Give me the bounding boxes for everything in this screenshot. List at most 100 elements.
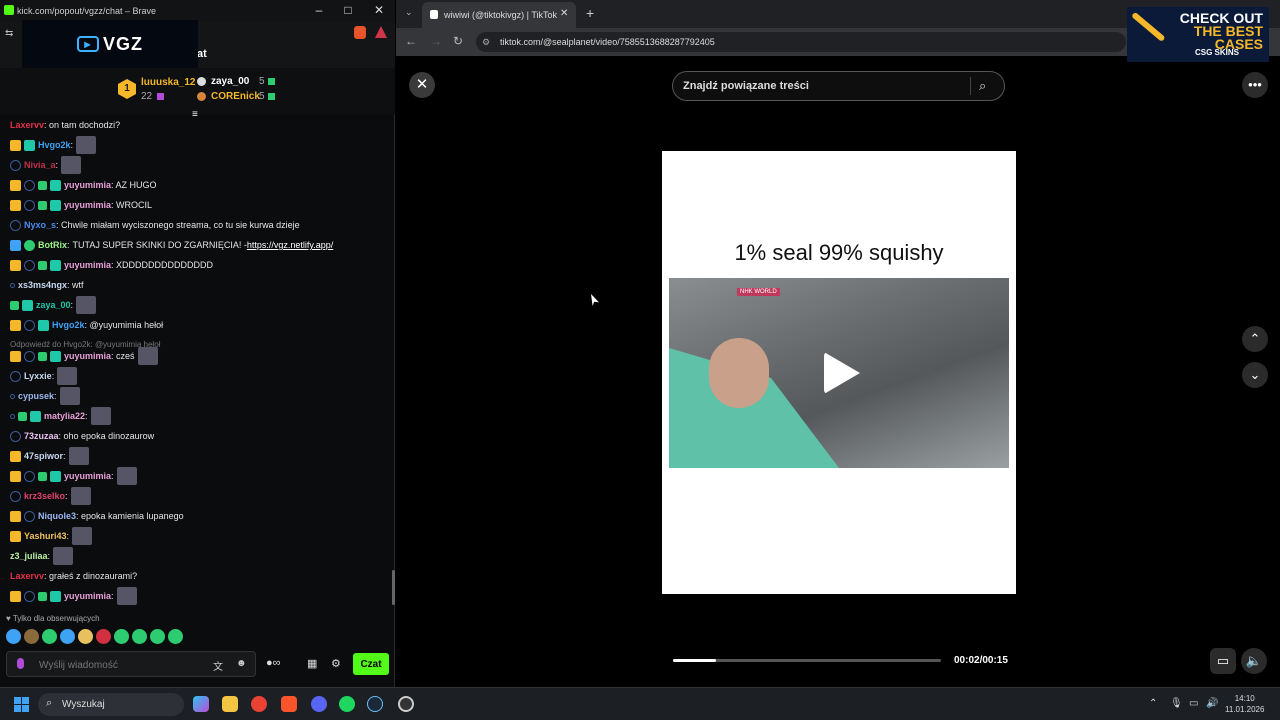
chat-username[interactable]: Nyxo_s (24, 220, 56, 230)
crown-badge-icon (10, 179, 21, 191)
chat-username[interactable]: krz3selko (24, 491, 65, 501)
chat-username[interactable]: Laxervv (10, 571, 44, 581)
chat-emote (76, 296, 97, 314)
brave-rewards-icon[interactable] (375, 26, 387, 38)
chat-username[interactable]: yuyumimia (64, 200, 111, 210)
emote-icon[interactable] (24, 629, 39, 644)
tab-close-icon[interactable]: ✕ (560, 8, 568, 19)
emote-icon[interactable] (132, 629, 147, 644)
message-input[interactable] (39, 657, 199, 673)
csgo-skins-ad[interactable]: CHECK OUT THE BEST CASES CSG SKINS (1127, 7, 1269, 62)
emote-icon[interactable] (114, 629, 129, 644)
chat-username[interactable]: Hvgo2k (52, 320, 85, 330)
chat-username[interactable]: Lyxxie (24, 371, 52, 381)
minimize-icon[interactable]: – (309, 3, 329, 17)
chat-username[interactable]: yuyumimia (64, 351, 111, 361)
emote-icon[interactable] (78, 629, 93, 644)
bot-badge-icon (10, 239, 21, 251)
taskbar-search[interactable]: ⌕ Wyszukaj (38, 693, 184, 716)
brave-shield-icon[interactable] (354, 26, 366, 39)
chat-username[interactable]: zaya_00 (36, 300, 71, 310)
emoji-icon[interactable]: ☻ (236, 658, 247, 669)
chat-message: Niquole3: epoka kamienia lupanego (10, 507, 184, 525)
brave-icon[interactable] (281, 696, 297, 712)
system-clock[interactable]: 14:10 11.01.2026 (1225, 693, 1264, 715)
leader-1-name[interactable]: luuuska_12 (141, 77, 195, 88)
chevron-down-icon[interactable]: ⌄ (1242, 362, 1268, 388)
chat-username[interactable]: 47spiwor (24, 451, 63, 461)
chat-username[interactable]: Hvgo2k (38, 140, 71, 150)
chat-scrollbar[interactable] (392, 570, 395, 605)
chat-username[interactable]: BotRix (38, 240, 67, 250)
send-chat-button[interactable]: Czat (353, 653, 389, 675)
play-icon[interactable] (824, 352, 860, 394)
obs-icon[interactable] (398, 696, 414, 712)
spotify-icon[interactable] (339, 696, 355, 712)
chat-link[interactable]: https://vgz.netlify.app/ (247, 240, 333, 250)
back-icon[interactable]: ← (405, 34, 417, 48)
tab-list-icon[interactable]: ⌄ (405, 7, 413, 18)
forward-icon[interactable]: → (430, 34, 442, 48)
chat-username[interactable]: Laxervv (10, 120, 44, 130)
discord-icon[interactable] (311, 696, 327, 712)
chat-username[interactable]: 73zuzaa (24, 431, 59, 441)
chat-username[interactable]: z3_juliaa (10, 551, 48, 561)
close-video-button[interactable]: ✕ (409, 72, 435, 98)
url-field[interactable]: ⚙ tiktok.com/@sealplanet/video/758551368… (476, 32, 1126, 52)
crown-badge-icon (10, 470, 21, 482)
settings-icon[interactable]: ⇆ (5, 28, 13, 39)
network-icon[interactable]: ▭ (1189, 698, 1198, 709)
chat-username[interactable]: matylia22 (44, 411, 85, 421)
new-tab-icon[interactable]: + (586, 5, 594, 21)
emote-icon[interactable] (150, 629, 165, 644)
chat-username[interactable]: Nivia_a (24, 160, 56, 170)
more-options-icon[interactable]: ••• (1242, 72, 1268, 98)
video-progress-bar[interactable] (673, 659, 941, 662)
subscriber-badge-icon (50, 350, 61, 362)
chat-username[interactable]: xs3ms4ngx (18, 280, 67, 290)
chat-username[interactable]: yuyumimia (64, 471, 111, 481)
chat-emote (137, 347, 158, 365)
file-explorer-icon[interactable] (222, 696, 238, 712)
floating-player-icon[interactable]: ▭ (1210, 648, 1236, 674)
tab-title: wiwiwi (@tiktokivgz) | TikTok (444, 10, 557, 20)
microphone-tray-icon[interactable]: 🎙 (1170, 698, 1183, 709)
chat-text: : (63, 451, 66, 461)
chat-username[interactable]: yuyumimia (64, 260, 111, 270)
windows-start-icon[interactable] (14, 697, 29, 712)
emote-icon[interactable] (6, 629, 21, 644)
gift-icon (157, 93, 164, 100)
copilot-icon[interactable] (193, 696, 209, 712)
chevron-up-icon[interactable]: ⌃ (1242, 326, 1268, 352)
chat-username[interactable]: Yashuri43 (24, 531, 67, 541)
translate-icon[interactable]: 文 (213, 658, 223, 673)
speaker-icon[interactable]: 🔊 (1206, 698, 1218, 709)
volume-icon[interactable]: 🔈 (1241, 648, 1267, 674)
emote-icon[interactable] (42, 629, 57, 644)
quick-emote-icon[interactable]: ●∞ (266, 657, 281, 669)
emote-icon[interactable] (60, 629, 75, 644)
leader-2-name[interactable]: zaya_00 (211, 76, 249, 87)
chat-emote (57, 367, 78, 385)
close-icon[interactable]: ✕ (369, 3, 389, 17)
chat-username[interactable]: Niquole3 (38, 511, 76, 521)
chat-username[interactable]: yuyumimia (64, 180, 111, 190)
ring-badge-icon (24, 199, 35, 211)
leader-3-name[interactable]: COREnick (211, 91, 260, 102)
search-icon[interactable]: ⌕ (979, 78, 986, 94)
emote-icon[interactable] (168, 629, 183, 644)
chat-username[interactable]: cypusek (18, 391, 54, 401)
gear-icon[interactable]: ⚙ (331, 657, 341, 670)
emote-icon[interactable] (96, 629, 111, 644)
store-icon[interactable]: ▦ (307, 657, 317, 670)
maximize-icon[interactable]: □ (338, 3, 358, 17)
reload-icon[interactable]: ↻ (453, 34, 463, 48)
related-search-bar[interactable]: Znajdź powiązane treści ⌕ (672, 71, 1005, 101)
steam-icon[interactable] (367, 696, 383, 712)
tray-chevron-icon[interactable]: ⌃ (1149, 698, 1157, 709)
site-info-icon[interactable]: ⚙ (482, 32, 490, 52)
chat-username[interactable]: yuyumimia (64, 591, 111, 601)
microphone-icon[interactable] (17, 658, 24, 669)
chrome-icon[interactable] (251, 696, 267, 712)
tab-tiktok[interactable]: wiwiwi (@tiktokivgz) | TikTok ✕ (422, 2, 576, 28)
